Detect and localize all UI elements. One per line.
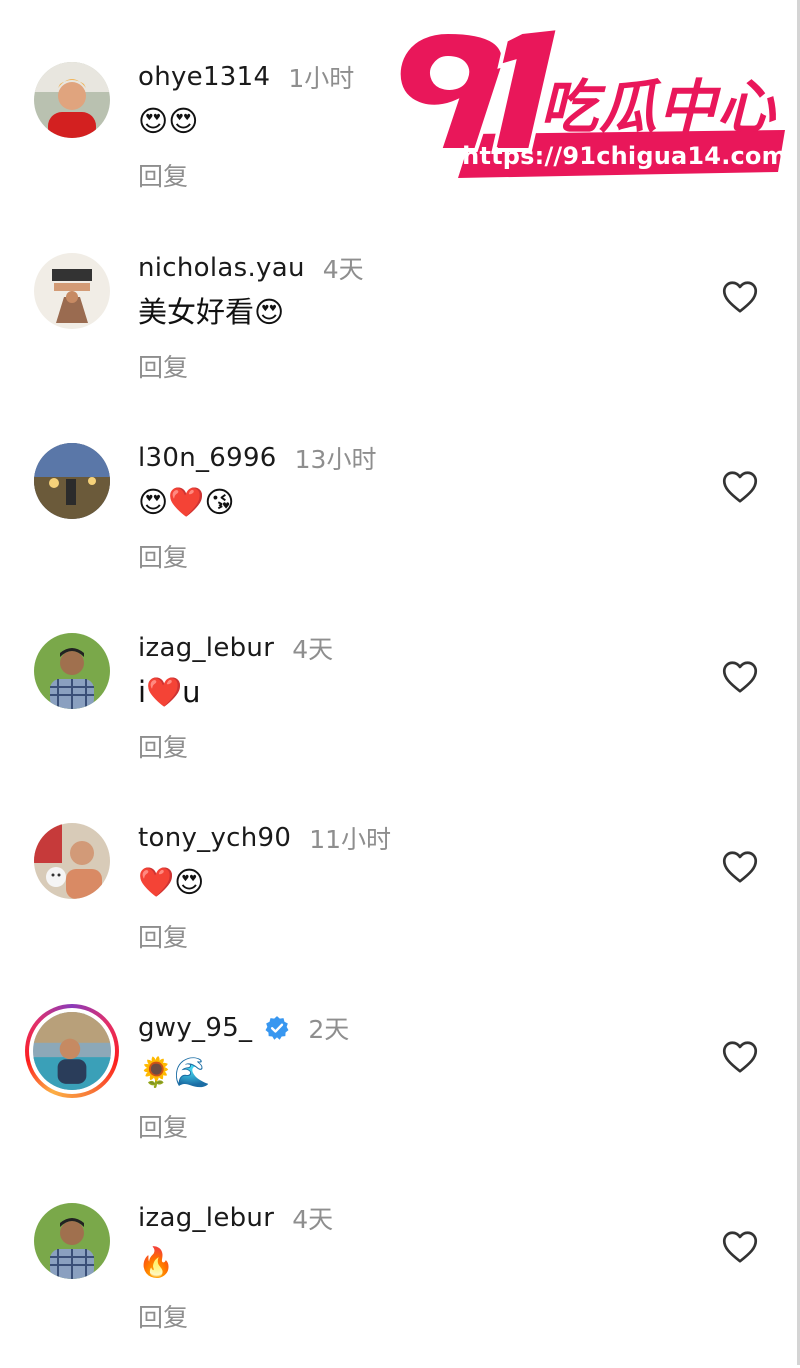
reply-button[interactable]: 回复 <box>138 1298 188 1334</box>
avatar[interactable] <box>34 443 110 519</box>
verified-badge-icon <box>264 1015 290 1041</box>
timestamp: 2天 <box>308 1015 350 1044</box>
timestamp: 4天 <box>292 1205 334 1234</box>
heart-outline-icon[interactable] <box>722 850 758 884</box>
comment-text: 🔥 <box>138 1245 175 1279</box>
reply-button[interactable]: 回复 <box>138 348 188 384</box>
comment-item: nicholas.yau 4天 美女好看😍 回复 <box>0 248 800 418</box>
username[interactable]: ohye1314 <box>138 62 270 92</box>
comment-item: gwy_95_ 2天 🌻🌊 回复 <box>0 1004 800 1178</box>
timestamp: 1小时 <box>288 64 355 93</box>
timestamp: 11小时 <box>309 825 392 854</box>
comment-text: i❤️u <box>138 675 201 709</box>
watermark-url: https://91chigua14.com <box>462 142 787 170</box>
comment-text: ❤️😍 <box>138 865 205 899</box>
avatar[interactable] <box>34 633 110 709</box>
reply-button[interactable]: 回复 <box>138 157 188 193</box>
username[interactable]: izag_lebur <box>138 1203 274 1233</box>
reply-button[interactable]: 回复 <box>138 728 188 764</box>
username[interactable]: tony_ych90 <box>138 823 291 853</box>
reply-button[interactable]: 回复 <box>138 538 188 574</box>
reply-button[interactable]: 回复 <box>138 918 188 954</box>
comment-text: 😍😍 <box>138 104 199 138</box>
comment-text: 🌻🌊 <box>138 1055 211 1089</box>
username[interactable]: gwy_95_ <box>138 1013 252 1043</box>
comment-item: tony_ych90 11小时 ❤️😍 回复 <box>0 818 800 988</box>
heart-outline-icon[interactable] <box>722 1230 758 1264</box>
avatar[interactable] <box>34 823 110 899</box>
avatar[interactable] <box>34 62 110 138</box>
comment-item: l30n_6996 13小时 😍❤️😘 回复 <box>0 438 800 608</box>
heart-outline-icon[interactable] <box>722 1040 758 1074</box>
heart-outline-icon[interactable] <box>722 660 758 694</box>
watermark-title: 吃瓜中心 <box>540 73 777 141</box>
timestamp: 13小时 <box>294 445 377 474</box>
comment-item: izag_lebur 4天 i❤️u 回复 <box>0 628 800 798</box>
heart-outline-icon[interactable] <box>722 470 758 504</box>
timestamp: 4天 <box>292 635 334 664</box>
username[interactable]: izag_lebur <box>138 633 274 663</box>
avatar[interactable] <box>34 1203 110 1279</box>
avatar-story-ring[interactable] <box>25 1004 119 1098</box>
comment-text: 😍❤️😘 <box>138 485 235 519</box>
username[interactable]: nicholas.yau <box>138 253 305 283</box>
username[interactable]: l30n_6996 <box>138 443 277 473</box>
heart-outline-icon[interactable] <box>722 280 758 314</box>
avatar[interactable] <box>34 253 110 329</box>
comment-text: 美女好看😍 <box>138 295 285 329</box>
timestamp: 4天 <box>322 255 364 284</box>
reply-button[interactable]: 回复 <box>138 1108 188 1144</box>
comment-item: izag_lebur 4天 🔥 回复 <box>0 1198 800 1368</box>
